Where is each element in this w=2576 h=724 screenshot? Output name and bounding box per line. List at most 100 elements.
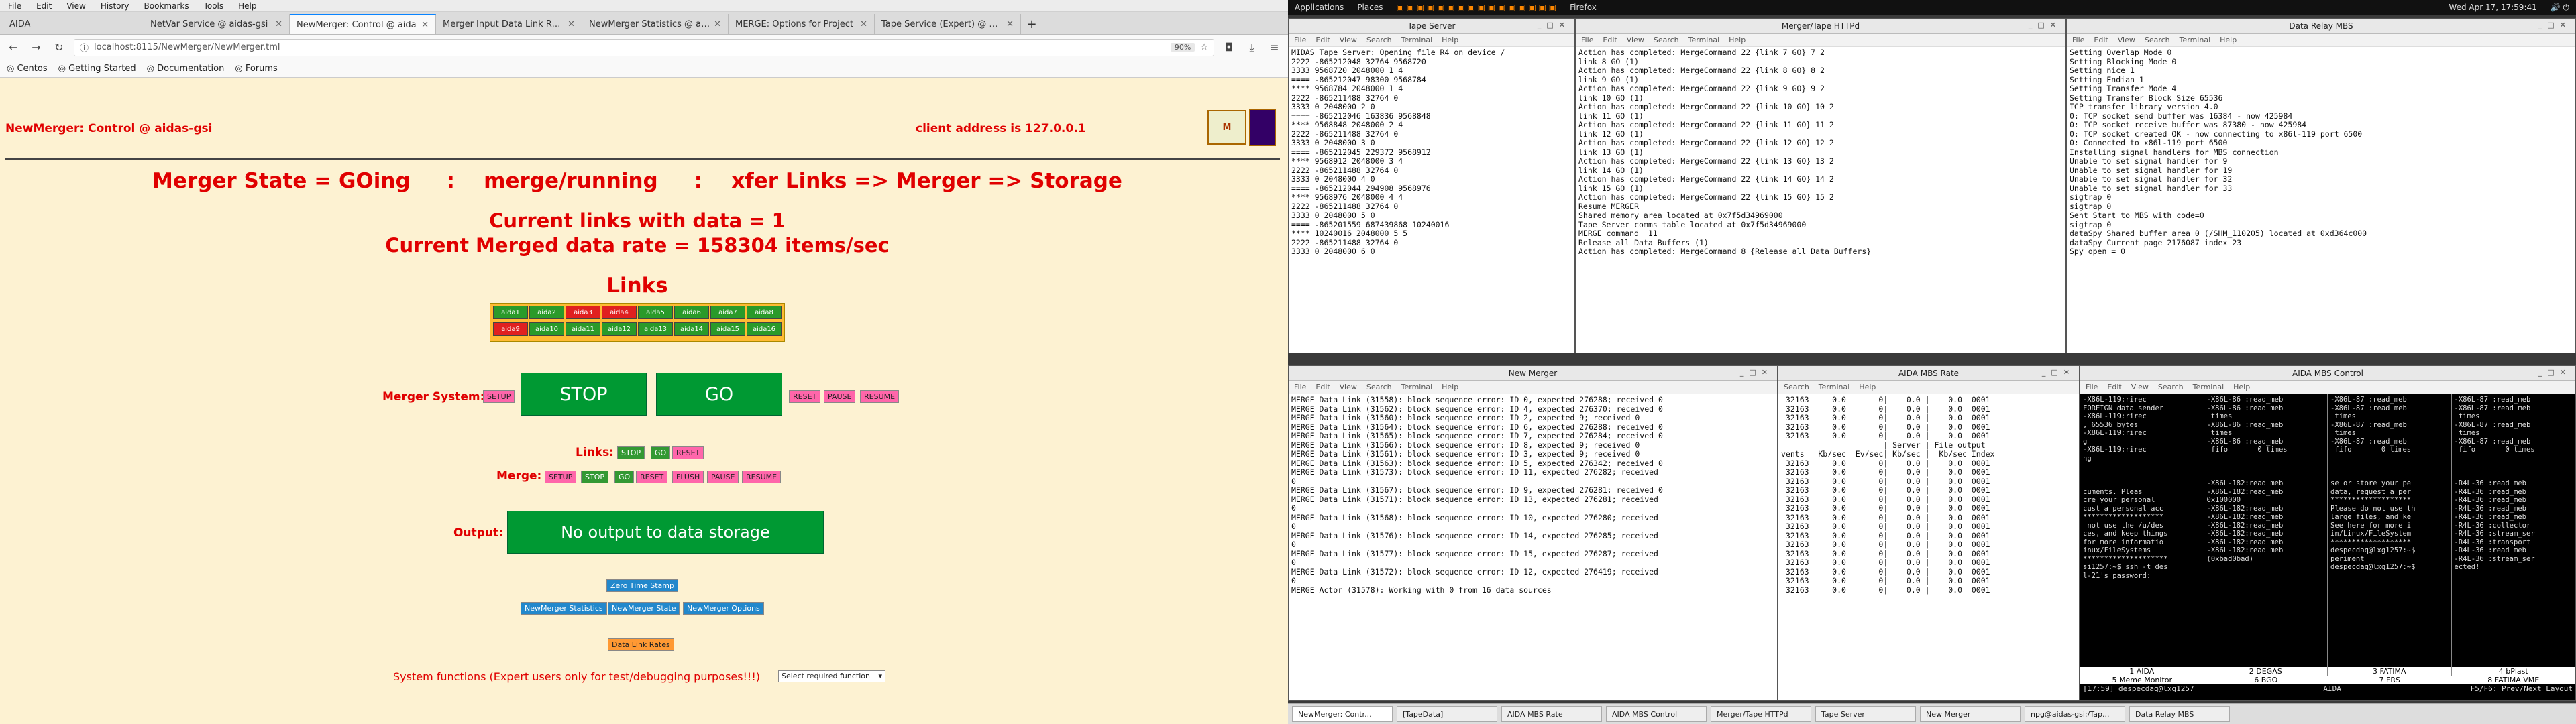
terminal-tape-server[interactable]: Tape Server _□✕ File Edit View Search Termina… <box>1288 18 1575 353</box>
terminal-output[interactable]: 32163 0.0 0| 0.0 | 0.0 0001 32163 0.0 0|… <box>1778 394 2079 596</box>
close-icon[interactable]: ✕ <box>275 19 282 29</box>
tab-newmerger-control[interactable]: NewMerger: Control @ aida ✕ <box>290 14 436 34</box>
pane-title[interactable]: 7 FRS <box>2328 676 2452 684</box>
terminal-data-relay[interactable]: Data Relay MBS _□✕ File Edit View Search Term… <box>2066 18 2576 353</box>
taskbar-item[interactable]: AIDA MBS Control <box>1606 706 1707 722</box>
merge-flush-button[interactable]: FLUSH <box>672 471 704 483</box>
places-menu[interactable]: Places <box>1357 3 1383 12</box>
link-button-aida4[interactable]: aida4 <box>602 306 637 319</box>
clock[interactable]: Wed Apr 17, 17:59:41 <box>2449 3 2536 12</box>
system-tray-icons[interactable]: 🔊 ⏻ <box>2551 3 2569 13</box>
links-stop-button[interactable]: STOP <box>617 446 645 459</box>
terminal-output[interactable]: Setting Overlap Mode 0 Setting Blocking M… <box>2067 47 2575 258</box>
terminal-new-merger[interactable]: New Merger _□✕ File Edit View Search Terminal… <box>1288 365 1778 701</box>
info-icon[interactable]: ⓘ <box>80 41 89 54</box>
link-button-aida16[interactable]: aida16 <box>747 322 782 336</box>
tmux-pane[interactable]: -X86L-87 :read_meb -X86L-87 :read_meb ti… <box>2451 394 2575 676</box>
firefox-app-label[interactable]: Firefox <box>1570 3 1597 12</box>
pane-title[interactable]: 8 FATIMA VME <box>2452 676 2576 684</box>
merge-setup-button[interactable]: SETUP <box>545 471 577 483</box>
menu-bookmarks[interactable]: Bookmarks <box>144 1 189 11</box>
window-controls[interactable]: _□✕ <box>2029 21 2061 29</box>
stop-button[interactable]: STOP <box>521 373 647 416</box>
back-icon[interactable]: ← <box>5 41 21 54</box>
close-icon[interactable]: ✕ <box>568 19 575 29</box>
tab-link-rates[interactable]: Merger Input Data Link Rates ✕ <box>436 14 582 34</box>
close-icon[interactable]: ✕ <box>1006 19 1014 29</box>
menu-tools[interactable]: Tools <box>204 1 224 11</box>
link-button-aida12[interactable]: aida12 <box>602 322 637 336</box>
zoom-indicator[interactable]: 90% <box>1170 43 1195 52</box>
launcher-icons[interactable]: ▣ ▣ ▣ ▣ ▣ ▣ ▣ ▣ ▣ ▣ ▣ ▣ ▣ ▣ ▣ ▣ <box>1396 3 1556 12</box>
bookmark-centos[interactable]: ◎ Centos <box>7 64 48 74</box>
newmerger-statistics-button[interactable]: NewMerger Statistics <box>521 602 607 615</box>
function-select[interactable]: Select required function ▾ <box>778 670 885 682</box>
reset-button[interactable]: RESET <box>789 390 821 403</box>
link-button-aida1[interactable]: aida1 <box>493 306 528 319</box>
menu-view[interactable]: View <box>66 1 85 11</box>
merge-resume-button[interactable]: RESUME <box>742 471 782 483</box>
newmerger-state-button[interactable]: NewMerger State <box>608 602 680 615</box>
menu-edit[interactable]: Edit <box>36 1 52 11</box>
link-button-aida2[interactable]: aida2 <box>529 306 564 319</box>
taskbar-item[interactable]: [TapeData] <box>1397 706 1497 722</box>
pause-button[interactable]: PAUSE <box>824 390 856 403</box>
tab-merge-options[interactable]: MERGE: Options for Project ✕ <box>729 14 875 34</box>
hamburger-menu-icon[interactable]: ≡ <box>1267 41 1283 54</box>
link-button-aida10[interactable]: aida10 <box>529 322 564 336</box>
taskbar-item[interactable]: NewMerger: Contr... <box>1292 706 1393 722</box>
terminal-mbs-rate[interactable]: AIDA MBS Rate _□✕ Search Terminal Help 3216… <box>1778 365 2080 701</box>
merge-stop-button[interactable]: STOP <box>581 471 608 483</box>
new-tab-icon[interactable]: + <box>1021 14 1042 34</box>
newmerger-options-button[interactable]: NewMerger Options <box>683 602 764 615</box>
tab-netvar[interactable]: NetVar Service @ aidas-gsi ✕ <box>144 14 290 34</box>
window-controls[interactable]: _□✕ <box>2538 368 2571 377</box>
terminal-output[interactable]: MIDAS Tape Server: Opening file R4 on de… <box>1289 47 1574 258</box>
close-icon[interactable]: ✕ <box>714 19 721 29</box>
menu-file[interactable]: File <box>8 1 21 11</box>
close-icon[interactable]: ✕ <box>860 19 867 29</box>
window-controls[interactable]: _□✕ <box>2042 368 2075 377</box>
taskbar-item[interactable]: New Merger <box>1920 706 2021 722</box>
tab-statistics[interactable]: NewMerger Statistics @ aida ✕ <box>582 14 729 34</box>
links-go-button[interactable]: GO <box>651 446 671 459</box>
url-bar[interactable]: ⓘ localhost:8115/NewMerger/NewMerger.tml… <box>74 38 1214 56</box>
window-controls[interactable]: _□✕ <box>2538 21 2571 29</box>
taskbar-item[interactable]: Tape Server <box>1815 706 1916 722</box>
tab-tape-service[interactable]: Tape Service (Expert) @ aida ✕ <box>875 14 1021 34</box>
menu-history[interactable]: History <box>101 1 129 11</box>
bookmark-star-icon[interactable]: ☆ <box>1200 42 1208 52</box>
merge-pause-button[interactable]: PAUSE <box>707 471 739 483</box>
link-button-aida5[interactable]: aida5 <box>638 306 673 319</box>
link-button-aida15[interactable]: aida15 <box>710 322 745 336</box>
setup-button[interactable]: SETUP <box>483 390 515 403</box>
merge-reset-button[interactable]: RESET <box>636 471 668 483</box>
taskbar-item[interactable]: Merger/Tape HTTPd <box>1711 706 1811 722</box>
menu-help[interactable]: Help <box>238 1 256 11</box>
link-button-aida7[interactable]: aida7 <box>710 306 745 319</box>
forward-icon[interactable]: → <box>28 41 44 54</box>
terminal-output[interactable]: MERGE Data Link (31558): block sequence … <box>1289 394 1777 596</box>
link-button-aida13[interactable]: aida13 <box>638 322 673 336</box>
resume-button[interactable]: RESUME <box>860 390 900 403</box>
window-controls[interactable]: _□✕ <box>1740 368 1773 377</box>
pane-title[interactable]: 6 BGO <box>2204 676 2328 684</box>
zero-time-stamp-button[interactable]: Zero Time Stamp <box>606 579 678 592</box>
taskbar-item[interactable]: Data Relay MBS <box>2129 706 2230 722</box>
tmux-pane[interactable]: -X86L-86 :read_meb -X86L-86 :read_meb ti… <box>2204 394 2328 676</box>
link-button-aida9[interactable]: aida9 <box>493 322 528 336</box>
reload-icon[interactable]: ↻ <box>51 41 67 54</box>
link-button-aida3[interactable]: aida3 <box>566 306 600 319</box>
terminal-httpd[interactable]: Merger/Tape HTTPd _□✕ File Edit View Search T… <box>1575 18 2066 353</box>
link-button-aida11[interactable]: aida11 <box>566 322 600 336</box>
pocket-icon[interactable]: ◘ <box>1221 41 1237 54</box>
bookmark-documentation[interactable]: ◎ Documentation <box>147 64 225 74</box>
pane-title[interactable]: 5 Meme Monitor <box>2080 676 2204 684</box>
applications-menu[interactable]: Applications <box>1295 3 1344 12</box>
link-button-aida14[interactable]: aida14 <box>674 322 709 336</box>
terminal-mbs-control[interactable]: AIDA MBS Control _□✕ File Edit View Search Te… <box>2080 365 2576 701</box>
terminal-output[interactable]: Action has completed: MergeCommand 22 {l… <box>1576 47 2065 258</box>
links-reset-button[interactable]: RESET <box>672 446 704 459</box>
go-button[interactable]: GO <box>656 373 782 416</box>
window-controls[interactable]: _□✕ <box>1538 21 1570 29</box>
